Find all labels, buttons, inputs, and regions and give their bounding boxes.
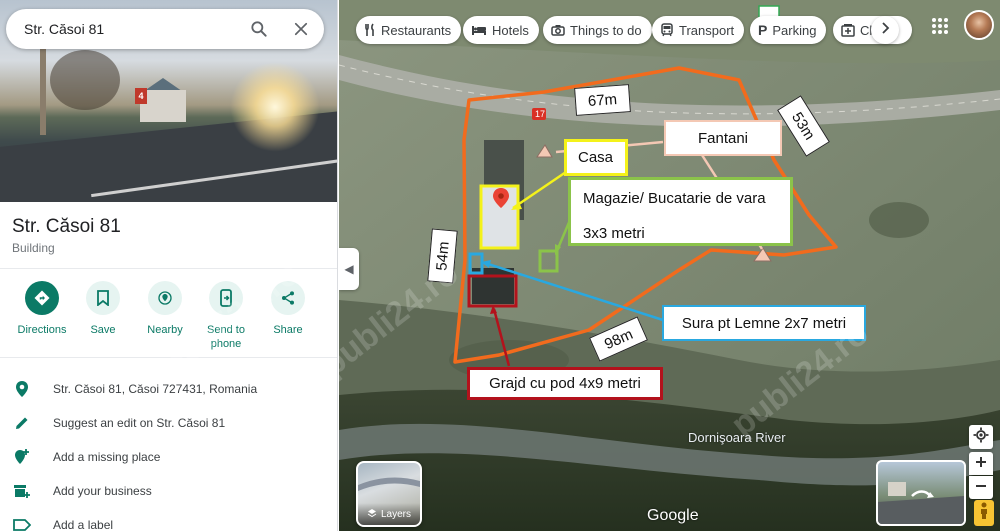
nearby-label: Nearby <box>147 324 183 336</box>
dimension-label-67m: 67m <box>574 84 631 116</box>
search-input[interactable] <box>24 21 234 37</box>
add-business-row[interactable]: Add your business <box>0 475 337 507</box>
place-category: Building <box>12 241 55 255</box>
business-icon <box>12 481 32 501</box>
pencil-icon <box>12 413 32 433</box>
save-label: Save <box>90 324 116 336</box>
bookmark-icon <box>86 281 120 315</box>
zoom-in-button[interactable] <box>969 452 993 475</box>
address-text: Str. Căsoi 81, Căsoi 727431, Romania <box>53 382 258 396</box>
photo-pole <box>40 40 46 135</box>
add-business-text: Add your business <box>53 484 152 498</box>
dimension-label-54m: 54m <box>427 228 458 284</box>
chip-restaurants[interactable]: Restaurants <box>356 16 462 44</box>
send-to-phone-label: Send to phone <box>207 324 245 350</box>
action-bar: Directions Save Nearby Send to phone Sha… <box>0 281 337 351</box>
plus-icon <box>975 455 987 473</box>
account-avatar[interactable] <box>964 10 994 40</box>
annotation-magazie: Magazie/ Bucatarie de vara 3x3 metri <box>568 177 793 246</box>
transport-icon <box>660 23 674 37</box>
label-icon <box>12 515 32 531</box>
photo-sun-glare <box>230 62 320 152</box>
annotation-magazie-size: 3x3 metri <box>583 225 645 242</box>
chip-parking-label: Parking <box>772 22 817 38</box>
camera-icon <box>551 24 565 36</box>
collapse-panel-button[interactable]: ◀ <box>339 248 359 290</box>
street-view-thumbnail[interactable] <box>876 460 966 526</box>
layers-label: Layers <box>358 503 420 525</box>
search-icon[interactable] <box>247 17 271 41</box>
annotation-casa: Casa <box>564 139 628 176</box>
pegman-street-view-button[interactable] <box>974 500 994 526</box>
add-place-row[interactable]: Add a missing place <box>0 441 337 473</box>
share-label: Share <box>273 324 303 336</box>
suggest-edit-row[interactable]: Suggest an edit on Str. Căsoi 81 <box>0 407 337 439</box>
zoom-out-button[interactable] <box>969 476 993 499</box>
place-title: Str. Căsoi 81 <box>12 216 121 237</box>
layers-text: Layers <box>380 508 411 520</box>
minus-icon <box>975 479 987 497</box>
directions-icon <box>25 281 59 315</box>
annotation-magazie-name: Magazie/ Bucatarie de vara <box>583 190 766 207</box>
chevron-right-icon <box>880 21 890 39</box>
annotation-grajd: Grajd cu pod 4x9 metri <box>467 367 663 400</box>
send-to-phone-icon <box>209 281 243 315</box>
my-location-icon <box>973 427 989 448</box>
chevron-left-icon: ◀ <box>344 262 354 276</box>
river-label: Dornişoara River <box>688 430 786 445</box>
divider <box>0 268 337 269</box>
chips-next-button[interactable] <box>871 16 899 44</box>
hotel-icon <box>471 24 487 36</box>
google-logo: Google <box>647 507 699 524</box>
share-icon <box>271 281 305 315</box>
photo-tree <box>50 50 120 110</box>
layers-button[interactable]: Layers <box>356 461 422 527</box>
chip-transport[interactable]: Transport <box>652 16 745 44</box>
annotation-sura: Sura pt Lemne 2x7 metri <box>662 305 866 341</box>
nearby-icon <box>148 281 182 315</box>
add-place-icon <box>12 447 32 467</box>
chip-transport-label: Transport <box>679 22 735 38</box>
chip-things-to-do[interactable]: Things to do <box>543 16 652 44</box>
add-label-text: Add a label <box>53 518 114 531</box>
search-box <box>6 9 324 49</box>
divider <box>0 357 337 358</box>
location-pin-icon <box>12 379 32 399</box>
parking-icon: P <box>758 22 768 38</box>
close-icon[interactable] <box>289 17 313 41</box>
address-row[interactable]: Str. Căsoi 81, Căsoi 727431, Romania <box>0 373 337 405</box>
chip-parking[interactable]: P Parking <box>750 16 827 44</box>
layers-icon <box>367 508 377 521</box>
directions-button[interactable]: Directions <box>11 281 73 337</box>
send-to-phone-button[interactable]: Send to phone <box>195 281 257 351</box>
road-number-label: 17 <box>534 109 545 119</box>
pharmacy-icon <box>841 23 855 37</box>
add-label-row[interactable]: Add a label <box>0 509 337 531</box>
chip-hotels[interactable]: Hotels <box>463 16 539 44</box>
share-button[interactable]: Share <box>257 281 319 337</box>
restaurant-icon <box>364 23 376 37</box>
pegman-icon <box>979 502 989 525</box>
chip-things-to-do-label: Things to do <box>570 22 642 38</box>
chip-restaurants-label: Restaurants <box>381 22 452 38</box>
satellite-map[interactable]: 17 ◀ Restaurants Hotels Things to do Tra… <box>339 0 1000 531</box>
nearby-button[interactable]: Nearby <box>134 281 196 337</box>
photo-road-sign: 4 <box>135 88 147 104</box>
apps-grid-icon[interactable] <box>928 14 952 38</box>
directions-label: Directions <box>17 324 67 336</box>
add-place-text: Add a missing place <box>53 450 161 464</box>
annotation-fantani: Fantani <box>664 120 782 156</box>
suggest-edit-text: Suggest an edit on Str. Căsoi 81 <box>53 416 226 430</box>
place-panel: 4 Str. Căsoi 81 Building Directions Save <box>0 0 338 531</box>
chip-hotels-label: Hotels <box>492 22 529 38</box>
save-button[interactable]: Save <box>72 281 134 337</box>
my-location-button[interactable] <box>969 425 993 449</box>
